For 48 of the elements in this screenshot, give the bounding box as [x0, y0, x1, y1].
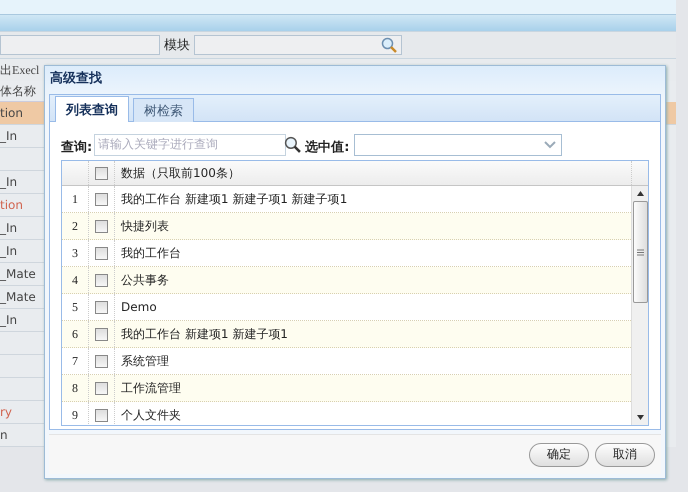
selected-value-dropdown[interactable]	[354, 134, 562, 156]
dialog-title: 高级查找	[49, 70, 103, 88]
row-number: 3	[72, 246, 78, 260]
table-cell: 系统管理	[121, 352, 169, 370]
row-number: 2	[72, 218, 78, 234]
row-checkbox[interactable]	[95, 300, 108, 314]
module-field[interactable]	[194, 35, 402, 55]
table-cell: 工作流管理	[121, 380, 181, 396]
row-number: 8	[72, 380, 78, 396]
row-checkbox[interactable]	[95, 382, 108, 394]
search-icon[interactable]	[284, 136, 302, 153]
cancel-button[interactable]: 取消	[595, 442, 655, 466]
selected-value-label: 选中值:	[305, 139, 350, 156]
row-checkbox[interactable]	[95, 274, 108, 286]
row-checkbox[interactable]	[95, 408, 108, 422]
table-cell: 个人文件夹	[121, 406, 181, 424]
row-number: 1	[72, 192, 78, 206]
module-label: 模块	[164, 37, 190, 54]
scroll-down-icon[interactable]	[636, 415, 644, 420]
row-checkbox[interactable]	[95, 328, 108, 340]
row-number: 7	[72, 354, 78, 368]
table-cell: 公共事务	[121, 272, 169, 288]
column-header: 数据（只取前100条）	[121, 164, 240, 182]
select-all-checkbox[interactable]	[95, 166, 108, 180]
scrollbar[interactable]	[631, 186, 648, 425]
row-number: 5	[72, 300, 78, 314]
confirm-button[interactable]: 确定	[529, 442, 589, 466]
row-number: 9	[72, 408, 78, 422]
table-cell: Demo	[121, 300, 157, 314]
row-checkbox[interactable]	[95, 246, 108, 260]
table-cell: 我的工作台	[121, 244, 181, 262]
table-cell: 快捷列表	[121, 218, 169, 234]
search-field[interactable]	[0, 35, 160, 55]
row-checkbox[interactable]	[95, 192, 108, 206]
caret-icon	[544, 141, 556, 149]
row-checkbox[interactable]	[95, 220, 108, 232]
grip-icon	[636, 248, 644, 256]
scroll-up-icon[interactable]	[636, 191, 644, 196]
tab[interactable]: 列表查询	[55, 96, 129, 122]
tab[interactable]: 树检索	[133, 98, 194, 122]
table-cell: 我的工作台 新建项1 新建子项1 新建子项1	[121, 190, 348, 208]
row-checkbox[interactable]	[95, 354, 108, 368]
export-excel-button[interactable]: 出Execl	[0, 62, 40, 78]
row-number: 4	[72, 272, 78, 288]
query-field[interactable]: 请输入关键字进行查询	[94, 134, 286, 156]
query-label: 查询:	[61, 139, 92, 156]
table-cell: 我的工作台 新建项1 新建子项1	[121, 326, 288, 342]
row-number: 6	[72, 326, 78, 342]
